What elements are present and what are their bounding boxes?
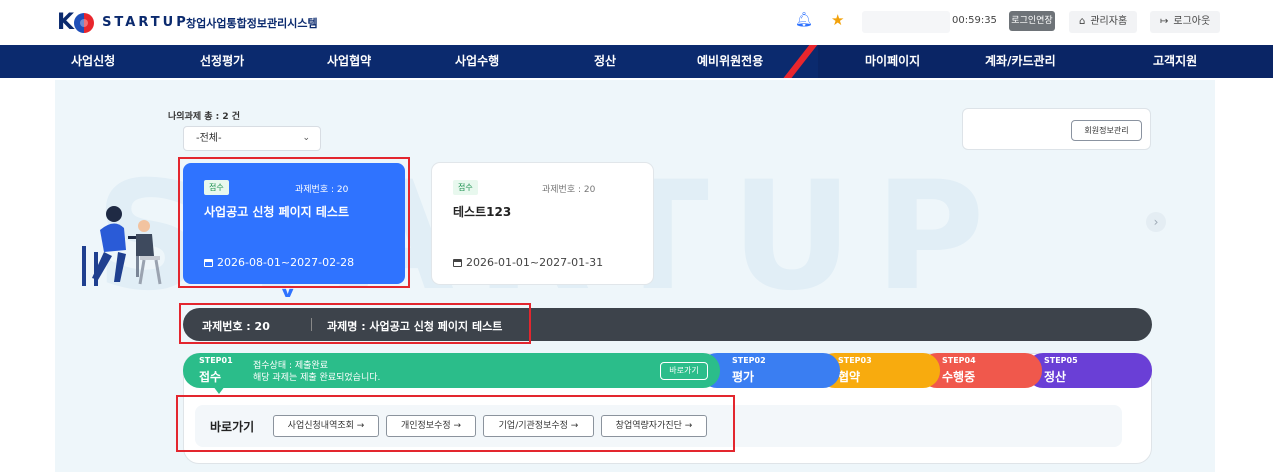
step-label: STEP01 [199, 356, 233, 365]
project-number: 과제번호 : 20 [542, 185, 596, 195]
step-name: 협약 [838, 370, 861, 384]
member-panel: 회원정보관리 [962, 108, 1151, 150]
step-pointer [213, 386, 225, 394]
step-name: 접수 [199, 370, 222, 384]
status-badge: 접수 [204, 180, 229, 195]
step-shortcut-button[interactable]: 바로가기 [660, 362, 708, 380]
project-number: 과제번호 : 20 [295, 185, 349, 195]
project-card-1[interactable]: 접수 과제번호 : 20 사업공고 신청 페이지 테스트 2026-08-01~… [183, 163, 405, 284]
nav-item-execution[interactable]: 사업수행 [455, 45, 499, 78]
step-1-receipt[interactable]: STEP01 접수 접수상태 : 제출완료 해당 과제는 제출 완료되었습니다.… [183, 353, 720, 388]
step-5-settlement[interactable]: STEP05 정산 [1026, 353, 1152, 388]
quick-links-panel: 바로가기 사업신청내역조회 → 개인정보수정 → 기업/기관정보수정 → 창업역… [195, 405, 1122, 447]
header: K STARTUP 창업사업통합정보관리시스템 🔔︎ ★ 00:59:35 로그… [0, 0, 1273, 45]
admin-home-button[interactable]: ⌂ 관리자홈 [1069, 11, 1138, 33]
project-period: 2026-01-01~2027-01-31 [453, 256, 603, 269]
nav-item-account-card[interactable]: 계좌/카드관리 [985, 45, 1056, 78]
admin-home-label: 관리자홈 [1090, 16, 1128, 27]
nav-red-slash [778, 45, 822, 78]
home-icon: ⌂ [1079, 16, 1086, 27]
filter-value: -전체- [196, 133, 222, 144]
project-date: 2026-01-01~2027-01-31 [466, 256, 604, 269]
calendar-icon [453, 258, 462, 267]
step-name: 정산 [1044, 370, 1067, 384]
session-timer: 00:59:35 [952, 15, 997, 26]
nav-item-apply[interactable]: 사업신청 [71, 45, 115, 78]
people-illustration [82, 206, 162, 286]
step-name: 수행중 [942, 370, 976, 384]
main-nav: 사업신청 선정평가 사업협약 사업수행 정산 예비위원전용 마이페이지 계좌/카… [0, 45, 1273, 78]
logo-text: STARTUP [102, 15, 189, 30]
project-date: 2026-08-01~2027-02-28 [217, 256, 355, 269]
step-name: 평가 [732, 370, 755, 384]
edit-personal-info-button[interactable]: 개인정보수정 → [386, 415, 476, 437]
logout-label: 로그아웃 [1173, 16, 1211, 27]
project-count: 나의과제 총 : 2 건 [168, 112, 241, 122]
chevron-down-icon: ⌄ [302, 133, 310, 143]
star-icon[interactable]: ★ [831, 11, 844, 29]
status-badge: 접수 [453, 180, 478, 195]
project-info-bar: 과제번호 : 20 과제명 : 사업공고 신청 페이지 테스트 [183, 308, 1152, 341]
step-label: STEP05 [1044, 356, 1078, 365]
bell-icon[interactable]: 🔔︎ [795, 12, 813, 28]
selected-chevron-icon: ∨ [278, 285, 297, 301]
project-title: 사업공고 신청 페이지 테스트 [204, 205, 350, 219]
info-project-name: 과제명 : 사업공고 신청 페이지 테스트 [327, 320, 503, 333]
application-history-button[interactable]: 사업신청내역조회 → [273, 415, 379, 437]
info-divider [311, 318, 312, 331]
edit-company-info-button[interactable]: 기업/기관정보수정 → [483, 415, 594, 437]
nav-item-agreement[interactable]: 사업협약 [327, 45, 371, 78]
info-project-number: 과제번호 : 20 [202, 320, 270, 333]
calendar-icon [204, 258, 213, 267]
k-startup-logo[interactable]: K STARTUP [57, 10, 189, 35]
carousel-next-icon[interactable]: › [1146, 212, 1166, 232]
project-title: 테스트123 [453, 205, 512, 219]
project-card-2[interactable]: 접수 과제번호 : 20 테스트123 2026-01-01~2027-01-3… [432, 163, 653, 284]
step-label: STEP04 [942, 356, 976, 365]
step-label: STEP03 [838, 356, 872, 365]
nav-item-evaluation[interactable]: 선정평가 [200, 45, 244, 78]
user-name-field [862, 11, 950, 33]
logout-button[interactable]: ↦ 로그아웃 [1150, 11, 1221, 33]
self-diagnosis-button[interactable]: 창업역량자가진단 → [601, 415, 707, 437]
logout-icon: ↦ [1160, 16, 1169, 27]
logo-k: K [57, 10, 74, 35]
project-period: 2026-08-01~2027-02-28 [204, 256, 354, 269]
quick-links-label: 바로가기 [210, 420, 255, 434]
step-label: STEP02 [732, 356, 766, 365]
member-info-button[interactable]: 회원정보관리 [1071, 120, 1142, 141]
logo-ball-icon [74, 12, 95, 33]
receipt-description: 해당 과제는 제출 완료되었습니다. [253, 373, 381, 383]
nav-item-mypage[interactable]: 마이페이지 [865, 45, 920, 78]
nav-item-reserve-committee[interactable]: 예비위원전용 [697, 45, 763, 78]
status-filter-select[interactable]: -전체- ⌄ [183, 126, 321, 151]
step-2-evaluation[interactable]: STEP02 평가 [700, 353, 840, 388]
nav-item-support[interactable]: 고객지원 [1153, 45, 1197, 78]
system-title: 창업사업통합정보관리시스템 [186, 17, 318, 30]
extend-login-button[interactable]: 로그인연장 [1009, 11, 1055, 31]
nav-item-settlement[interactable]: 정산 [594, 45, 616, 78]
